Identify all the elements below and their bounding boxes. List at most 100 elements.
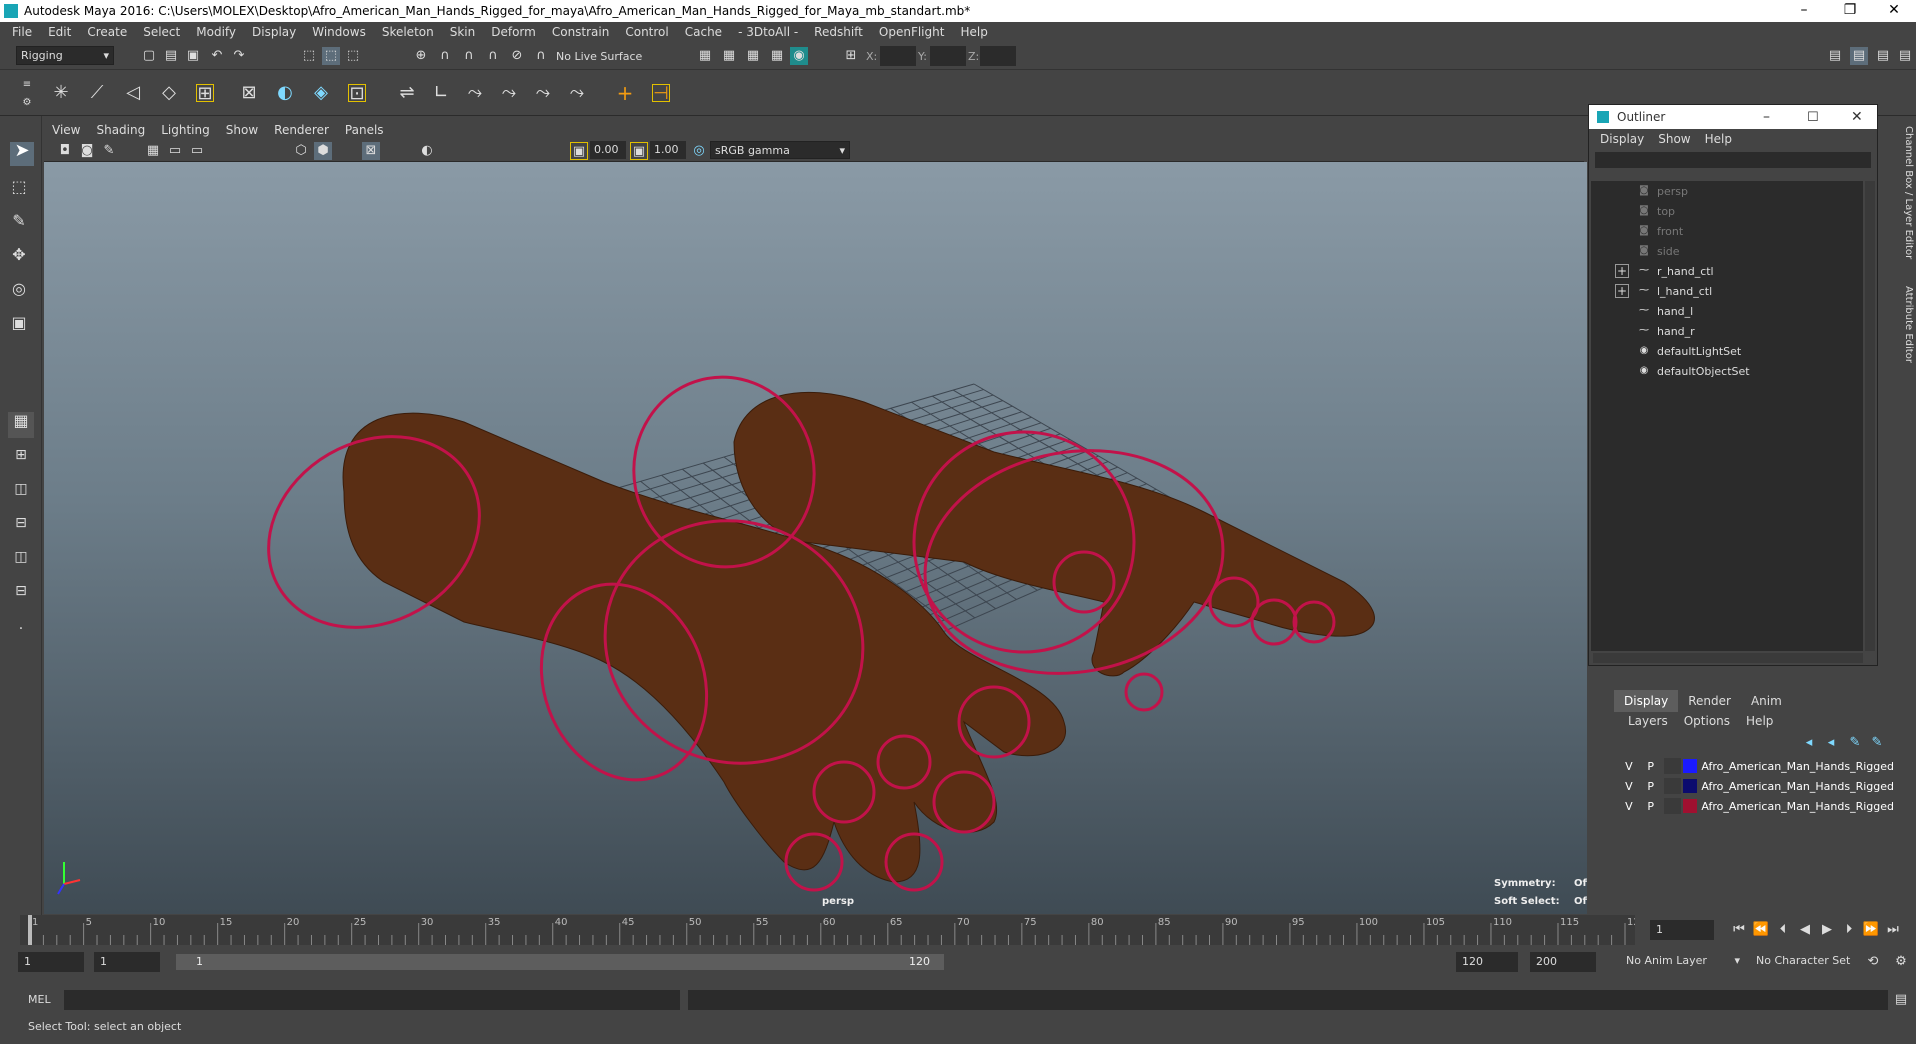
- smooth-shade-icon[interactable]: ⬢: [314, 142, 332, 160]
- resolution-gate-icon[interactable]: ▭: [188, 142, 206, 160]
- menu-file[interactable]: File: [4, 25, 40, 39]
- xray-icon[interactable]: ⊠: [362, 142, 380, 160]
- color-management-icon[interactable]: ◎: [690, 142, 708, 160]
- modeling-toolkit-icon[interactable]: ▤: [1826, 47, 1844, 65]
- channel-box-tab[interactable]: Channel Box / Layer Editor: [1898, 126, 1914, 259]
- new-layer-icon[interactable]: ✎: [1846, 734, 1864, 752]
- outliner-item[interactable]: ◙ front: [1591, 221, 1863, 241]
- insert-joint-icon[interactable]: ⟋: [88, 84, 106, 102]
- playback-toggle[interactable]: P: [1640, 780, 1662, 793]
- new-scene-icon[interactable]: ▢: [140, 47, 158, 65]
- layer-tab-display[interactable]: Display: [1614, 690, 1679, 712]
- close-button[interactable]: ✕: [1851, 109, 1863, 125]
- menu-skeleton[interactable]: Skeleton: [374, 25, 442, 39]
- layer-color-swatch[interactable]: [1683, 779, 1698, 793]
- redo-icon[interactable]: ↷: [230, 47, 248, 65]
- step-back-key-icon[interactable]: ⏪: [1752, 921, 1770, 939]
- mirror-weights-icon[interactable]: ⤳: [534, 84, 552, 102]
- play-backwards-icon[interactable]: ◀: [1796, 921, 1814, 939]
- menu-redshift[interactable]: Redshift: [806, 25, 871, 39]
- smooth-skin-icon[interactable]: ∟: [432, 84, 450, 102]
- play-forwards-icon[interactable]: ▶: [1818, 921, 1836, 939]
- cluster-icon[interactable]: ⊠: [240, 84, 258, 102]
- viewport-menu-renderer[interactable]: Renderer: [266, 123, 337, 137]
- layer-tab-render[interactable]: Render: [1678, 690, 1741, 712]
- move-layer-down-icon[interactable]: ◂: [1822, 734, 1840, 752]
- layer-row[interactable]: V P Afro_American_Man_Hands_Rigged: [1618, 776, 1894, 796]
- camera-select-icon[interactable]: ◘: [56, 142, 74, 160]
- gamma-field[interactable]: 1.00: [650, 141, 686, 159]
- viewport-menu-show[interactable]: Show: [218, 123, 266, 137]
- paint-weights-icon[interactable]: ⤳: [466, 84, 484, 102]
- transform-mode-icon[interactable]: ⊞: [842, 47, 860, 65]
- menu-constrain[interactable]: Constrain: [544, 25, 618, 39]
- colorspace-dropdown[interactable]: sRGB gamma ▾: [710, 141, 850, 159]
- outliner-item[interactable]: ◙ side: [1591, 241, 1863, 261]
- character-set-dropdown[interactable]: No Character Set: [1752, 952, 1872, 972]
- attribute-editor-toggle-icon[interactable]: ▤: [1874, 47, 1892, 65]
- copy-weights-icon[interactable]: ⤳: [568, 84, 586, 102]
- outliner-graph-icon[interactable]: ⊟: [8, 582, 34, 608]
- save-scene-icon[interactable]: ▣: [184, 47, 202, 65]
- x-field[interactable]: [880, 46, 916, 66]
- display-type-toggle[interactable]: [1663, 758, 1682, 774]
- bind-skin-icon[interactable]: ⇌: [398, 84, 416, 102]
- ik-spline-icon[interactable]: ◇: [160, 84, 178, 102]
- anim-start-field[interactable]: 1: [18, 952, 84, 972]
- outliner-menu-help[interactable]: Help: [1698, 132, 1739, 146]
- outliner-titlebar[interactable]: Outliner – ☐ ✕: [1589, 105, 1877, 129]
- outliner-scrollbar[interactable]: [1865, 181, 1875, 651]
- select-hierarchy-icon[interactable]: ⬚: [300, 47, 318, 65]
- exposure-icon[interactable]: ▣: [570, 142, 588, 160]
- minimize-button[interactable]: –: [1784, 0, 1824, 22]
- viewport-menu-panels[interactable]: Panels: [337, 123, 392, 137]
- outliner-item[interactable]: + ⁓ r_hand_ctl: [1591, 261, 1863, 281]
- z-field[interactable]: [980, 46, 1016, 66]
- playback-start-field[interactable]: 1: [94, 952, 160, 972]
- outliner-item[interactable]: ◉ defaultLightSet: [1591, 341, 1863, 361]
- camera-attributes-icon[interactable]: ◙: [78, 142, 96, 160]
- locator-icon[interactable]: ⊞: [196, 84, 214, 103]
- visibility-toggle[interactable]: V: [1618, 800, 1640, 813]
- outliner-menu-show[interactable]: Show: [1651, 132, 1697, 146]
- lattice-icon[interactable]: ◐: [276, 84, 294, 102]
- current-time-marker[interactable]: [28, 915, 32, 945]
- select-object-icon[interactable]: ⬚: [322, 47, 340, 65]
- mel-label[interactable]: MEL: [28, 993, 51, 1006]
- outliner-item[interactable]: ◙ top: [1591, 201, 1863, 221]
- current-frame-field[interactable]: 1: [1650, 920, 1714, 940]
- visibility-toggle[interactable]: V: [1618, 780, 1640, 793]
- menu-control[interactable]: Control: [617, 25, 676, 39]
- detach-skin-icon[interactable]: ⤳: [500, 84, 518, 102]
- attribute-editor-tab[interactable]: Attribute Editor: [1898, 286, 1914, 363]
- range-bar[interactable]: 1 120: [176, 954, 944, 970]
- aim-constraint-icon[interactable]: ⊣: [652, 84, 670, 103]
- select-component-icon[interactable]: ⬚: [344, 47, 362, 65]
- command-input[interactable]: [64, 990, 680, 1010]
- layer-menu-options[interactable]: Options: [1676, 712, 1738, 732]
- outliner-menu-display[interactable]: Display: [1593, 132, 1651, 146]
- anim-prefs-icon[interactable]: ⚙: [1892, 953, 1910, 971]
- menu-windows[interactable]: Windows: [304, 25, 374, 39]
- close-button[interactable]: ✕: [1874, 0, 1914, 22]
- viewport-menu-shading[interactable]: Shading: [88, 123, 153, 137]
- shelf-menu-icon[interactable]: ≡: [18, 76, 36, 94]
- render-settings-icon[interactable]: ▦: [768, 47, 786, 65]
- menu-deform[interactable]: Deform: [483, 25, 544, 39]
- visibility-toggle[interactable]: V: [1618, 760, 1640, 773]
- outliner-item[interactable]: + ⁓ l_hand_ctl: [1591, 281, 1863, 301]
- menu-openflight[interactable]: OpenFlight: [871, 25, 953, 39]
- viewport-menu-lighting[interactable]: Lighting: [153, 123, 218, 137]
- graph-persp-icon[interactable]: ⊟: [8, 514, 34, 540]
- outliner-item[interactable]: ◉ defaultObjectSet: [1591, 361, 1863, 381]
- time-slider[interactable]: 1 5 10 15 20 25 30 35 40 45 50 55 60 65 70 75 80 85 90 95 10…: [20, 915, 1646, 945]
- single-view-icon[interactable]: ▦: [8, 412, 34, 438]
- layer-tab-anim[interactable]: Anim: [1741, 690, 1792, 712]
- display-type-toggle[interactable]: [1663, 798, 1682, 814]
- go-to-end-icon[interactable]: ⏭: [1884, 921, 1902, 939]
- grid-toggle-icon[interactable]: ▦: [144, 142, 162, 160]
- playback-end-field[interactable]: 120: [1456, 952, 1518, 972]
- auto-key-icon[interactable]: ⟲: [1864, 953, 1882, 971]
- undo-icon[interactable]: ↶: [208, 47, 226, 65]
- lasso-tool-icon[interactable]: ⬚: [10, 178, 28, 196]
